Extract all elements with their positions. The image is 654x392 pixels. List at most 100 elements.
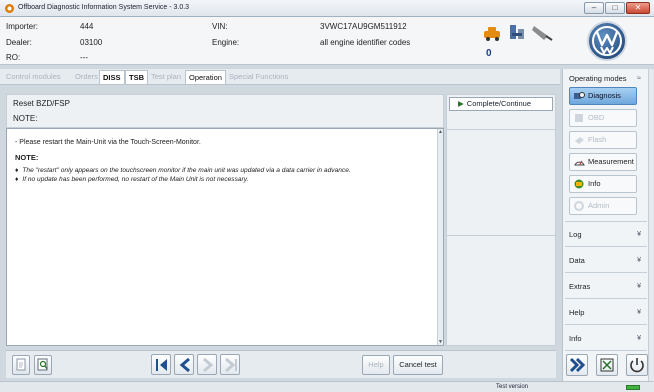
sidebar-divider: [565, 221, 647, 222]
power-icon: [630, 358, 644, 373]
section-help-label: Help: [569, 308, 585, 317]
operation-header: Reset BZD/FSP NOTE:: [6, 94, 444, 128]
mode-diagnosis-label: Diagnosis: [588, 91, 621, 100]
mode-info-label: Info: [588, 179, 601, 188]
maximize-button[interactable]: □: [605, 2, 625, 14]
sidebar-divider: [565, 298, 647, 299]
cancel-test-button[interactable]: Cancel test: [393, 355, 443, 375]
admin-icon: [574, 201, 584, 211]
chevron-down-icon: ¥: [637, 309, 641, 316]
screenshot-icon: [600, 358, 614, 372]
screenshot-button[interactable]: [596, 354, 618, 376]
sidebar-divider: [565, 246, 647, 247]
mode-measurement-label: Measurement: [588, 157, 634, 166]
mode-flash[interactable]: Flash: [569, 131, 637, 149]
operating-modes-header[interactable]: Operating modes ≈: [565, 72, 647, 86]
engine-label: Engine:: [212, 38, 240, 47]
bottom-toolbar: Help Cancel test: [6, 350, 556, 378]
instruction-line: - Please restart the Main-Unit via the T…: [15, 139, 201, 146]
power-button[interactable]: [626, 354, 648, 376]
forward-button[interactable]: [566, 354, 588, 376]
ro-value: ---: [80, 53, 88, 62]
next-button[interactable]: [197, 354, 217, 375]
mode-admin[interactable]: Admin: [569, 197, 637, 215]
importer-label: Importer:: [6, 22, 39, 31]
title-bar: Offboard Diagnostic Information System S…: [0, 0, 654, 17]
minimize-button[interactable]: –: [584, 2, 604, 14]
previous-icon: [179, 357, 190, 373]
operation-title: Reset BZD/FSP: [13, 99, 70, 108]
window-title: Offboard Diagnostic Information System S…: [18, 4, 190, 11]
main-tabs: Control modules Orders DISS TSB Test pla…: [0, 69, 560, 85]
note-bullet: ♦ If no update has been performed, no res…: [15, 176, 248, 183]
tab-control-modules[interactable]: Control modules: [3, 70, 64, 84]
note-bullet-text: If no update has been performed, no rest…: [22, 176, 249, 183]
next-icon: [203, 357, 214, 373]
tab-tsb[interactable]: TSB: [125, 70, 148, 84]
dealer-value: 03100: [80, 38, 103, 47]
connection-indicator-icon: [626, 385, 640, 390]
first-page-icon: [156, 359, 167, 371]
sidebar-divider: [565, 350, 647, 351]
note-bullet-text: The "restart" only appears on the touchs…: [22, 167, 351, 174]
section-data[interactable]: Data ¥: [565, 254, 647, 268]
vin-label: VIN:: [212, 22, 228, 31]
actions-panel: ▶ Complete/Continue: [446, 94, 556, 346]
vas-cable-icon: [532, 26, 553, 41]
first-page-button[interactable]: [151, 354, 171, 375]
note-label: NOTE:: [13, 114, 38, 123]
document-icon[interactable]: [12, 355, 30, 375]
car-icon: [484, 27, 500, 41]
mode-flash-label: Flash: [588, 135, 607, 144]
info-icon: [574, 179, 584, 189]
mode-obd[interactable]: OBD: [569, 109, 637, 127]
zoom-document-icon[interactable]: [34, 355, 52, 375]
chevron-down-icon: ¥: [637, 335, 641, 342]
section-info[interactable]: Info ¥: [565, 332, 647, 346]
scroll-up-icon[interactable]: ▲: [438, 129, 443, 135]
operating-modes-label: Operating modes: [569, 74, 627, 83]
note-heading: NOTE:: [15, 153, 39, 162]
ro-label: RO:: [6, 53, 21, 62]
last-page-button[interactable]: [220, 354, 240, 375]
chevron-down-icon: ¥: [637, 231, 641, 238]
vin-value: 3VWC17AU9GM511912: [320, 22, 407, 31]
section-log[interactable]: Log ¥: [565, 228, 647, 242]
tab-test-plan[interactable]: Test plan: [148, 70, 184, 84]
complete-continue-button[interactable]: ▶ Complete/Continue: [449, 97, 553, 111]
actions-divider: [447, 129, 555, 130]
previous-button[interactable]: [174, 354, 194, 375]
vw-logo: [587, 21, 627, 61]
network-icon: [510, 25, 524, 39]
section-help[interactable]: Help ¥: [565, 306, 647, 320]
tab-orders[interactable]: Orders: [72, 70, 101, 84]
content-scrollbar[interactable]: ▲ ▼: [437, 129, 443, 345]
mode-admin-label: Admin: [588, 201, 610, 210]
tab-special-functions[interactable]: Special Functions: [226, 70, 291, 84]
sidebar-scrollbar[interactable]: [648, 69, 654, 381]
chevron-down-icon: ¥: [637, 257, 641, 264]
tab-operation[interactable]: Operation: [185, 70, 226, 84]
bullet-icon: ♦: [15, 176, 19, 183]
help-button[interactable]: Help: [362, 355, 390, 375]
status-icons: 0: [476, 22, 558, 62]
double-chevron-right-icon: [569, 357, 586, 373]
tab-diss[interactable]: DISS: [99, 70, 125, 84]
mode-obd-label: OBD: [588, 113, 605, 122]
dealer-label: Dealer:: [6, 38, 32, 47]
chevron-down-icon: ¥: [637, 283, 641, 290]
mode-measurement[interactable]: Measurement: [569, 153, 637, 171]
engine-value: all engine identifier codes: [320, 38, 411, 47]
section-extras[interactable]: Extras ¥: [565, 280, 647, 294]
diagnosis-icon: [574, 92, 585, 99]
connection-counter: 0: [486, 48, 492, 59]
gauge-icon: [574, 160, 585, 166]
obd-icon: [575, 114, 583, 122]
mode-diagnosis[interactable]: Diagnosis: [569, 87, 637, 105]
mode-info[interactable]: Info: [569, 175, 637, 193]
close-button[interactable]: ✕: [626, 2, 650, 14]
actions-divider: [447, 235, 555, 236]
sidebar-divider: [565, 324, 647, 325]
play-icon: ▶: [458, 99, 464, 108]
scroll-down-icon[interactable]: ▼: [438, 339, 443, 345]
